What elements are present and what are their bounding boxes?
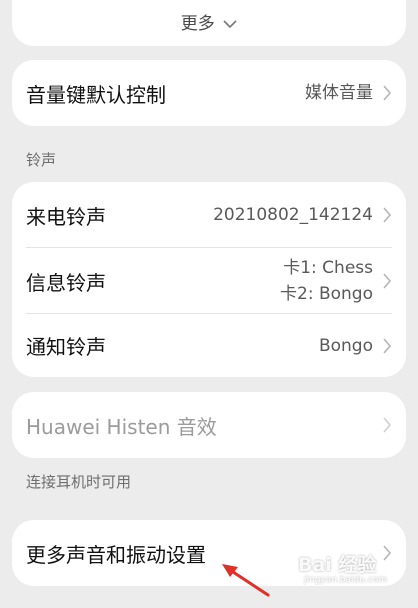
baidu-watermark: Bai 经验 jingyan.baidu.com: [298, 550, 387, 585]
message-ringtone-row[interactable]: 信息铃声 卡1: Chess 卡2: Bongo: [12, 248, 406, 314]
watermark-brand: Bai 经验: [298, 554, 377, 576]
chevron-right-icon: [383, 417, 392, 433]
chevron-right-icon: [383, 207, 392, 223]
volume-key-label: 音量键默认控制: [26, 82, 166, 107]
incoming-ringtone-label: 来电铃声: [26, 204, 106, 229]
watermark-url: jingyan.baidu.com: [304, 575, 388, 585]
chevron-right-icon: [383, 337, 392, 354]
volume-key-row[interactable]: 音量键默认控制 媒体音量: [12, 60, 406, 126]
incoming-ringtone-value-group: 20210802_142124: [213, 202, 392, 228]
message-ringtone-label: 信息铃声: [26, 270, 106, 295]
notification-ringtone-row[interactable]: 通知铃声 Bongo: [12, 314, 406, 377]
more-label: 更多: [180, 14, 215, 34]
volume-key-value-group: 媒体音量: [305, 80, 392, 106]
message-ringtone-value-group: 卡1: Chess 卡2: Bongo: [280, 255, 392, 307]
message-ringtone-values: 卡1: Chess 卡2: Bongo: [280, 255, 373, 307]
histen-row[interactable]: Huawei Histen 音效: [12, 392, 406, 458]
more-sound-label: 更多声音和振动设置: [26, 542, 206, 567]
headphone-section-header: 连接耳机时可用: [26, 473, 132, 491]
chevron-right-icon: [383, 273, 392, 289]
incoming-ringtone-row[interactable]: 来电铃声 20210802_142124: [12, 182, 406, 248]
more-card: 更多: [12, 0, 406, 46]
ringtone-card: 来电铃声 20210802_142124 信息铃声 卡1: Chess 卡2: …: [12, 182, 406, 377]
chevron-down-icon: [223, 20, 237, 29]
chevron-right-icon: [383, 85, 392, 101]
ringtone-section-header: 铃声: [26, 151, 57, 169]
histen-label: Huawei Histen 音效: [26, 414, 217, 439]
more-toggle[interactable]: 更多: [12, 9, 406, 34]
incoming-ringtone-value: 20210802_142124: [213, 205, 373, 225]
notification-ringtone-label: 通知铃声: [26, 335, 106, 359]
annotation-arrow-icon: [222, 564, 270, 597]
notification-ringtone-value-group: Bongo: [319, 333, 392, 359]
message-ringtone-sim2: 卡2: Bongo: [280, 284, 373, 304]
volume-key-card: 音量键默认控制 媒体音量: [12, 60, 406, 126]
message-ringtone-sim1: 卡1: Chess: [283, 258, 373, 278]
notification-ringtone-value: Bongo: [318, 335, 373, 356]
histen-card: Huawei Histen 音效: [12, 392, 406, 458]
volume-key-value: 媒体音量: [305, 83, 373, 103]
